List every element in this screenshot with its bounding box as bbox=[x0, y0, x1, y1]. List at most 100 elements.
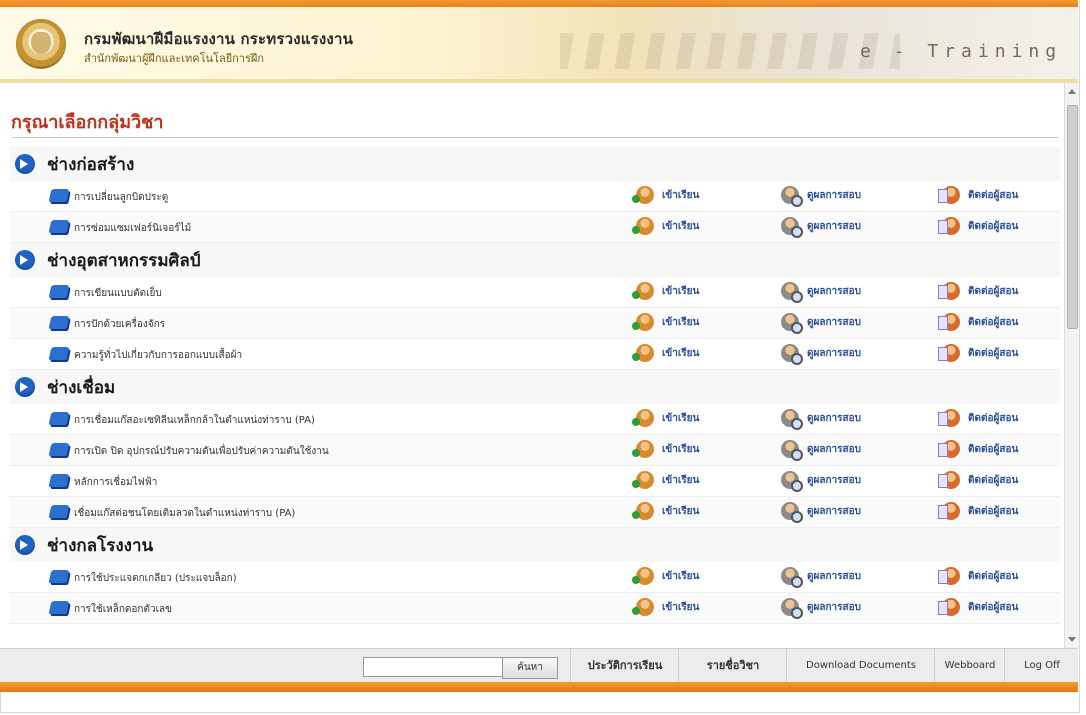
course-list: ช่างก่อสร้าง การเปลี่ยนลูกบิดประตู เข้าเ… bbox=[10, 147, 1060, 624]
course-row: ความรู้ทั่วไปเกี่ยวกับการออกแบบเสื้อผ้า … bbox=[10, 339, 1060, 370]
enter-class-button[interactable]: เข้าเรียน bbox=[632, 344, 699, 362]
course-row: การปักด้วยเครื่องจักร เข้าเรียน ดูผลการส… bbox=[10, 308, 1060, 339]
contact-instructor-button[interactable]: ติดต่อผู้สอน bbox=[938, 217, 1019, 235]
view-score-button[interactable]: ดูผลการสอบ bbox=[781, 344, 861, 365]
category-title: ช่างเชื่อม bbox=[47, 377, 116, 398]
search-input[interactable] bbox=[363, 657, 503, 677]
view-score-button[interactable]: ดูผลการสอบ bbox=[781, 471, 861, 492]
nav-study-history[interactable]: ประวัติการเรียน bbox=[570, 649, 679, 683]
site-header: กรมพัฒนาฝีมือแรงงาน กระทรวงแรงงาน สำนักพ… bbox=[0, 7, 1078, 79]
course-title[interactable]: การใช้เหล็กตอกตัวเลข bbox=[74, 602, 172, 617]
enter-class-button[interactable]: เข้าเรียน bbox=[632, 282, 700, 300]
course-title[interactable]: ความรู้ทั่วไปเกี่ยวกับการออกแบบเสื้อผ้า bbox=[74, 348, 242, 363]
view-score-button[interactable]: ดูผลการสอบ bbox=[781, 186, 861, 207]
arrow-right-circle-icon bbox=[15, 154, 35, 174]
search-button[interactable]: ค้นหา bbox=[502, 657, 558, 679]
view-score-label: ดูผลการสอบ bbox=[807, 347, 861, 359]
instructor-contact-icon bbox=[938, 440, 960, 458]
scroll-down-arrow-icon[interactable] bbox=[1068, 637, 1076, 642]
contact-instructor-button[interactable]: ติดต่อผู้สอน bbox=[938, 440, 1019, 458]
view-score-button[interactable]: ดูผลการสอบ bbox=[781, 217, 861, 238]
course-title[interactable]: การปักด้วยเครื่องจักร bbox=[74, 317, 165, 332]
contact-instructor-label: ติดต่อผู้สอน bbox=[968, 601, 1019, 613]
view-score-button[interactable]: ดูผลการสอบ bbox=[781, 409, 861, 430]
book-icon bbox=[48, 316, 70, 329]
contact-instructor-label: ติดต่อผู้สอน bbox=[968, 220, 1019, 232]
view-score-label: ดูผลการสอบ bbox=[807, 474, 861, 486]
contact-instructor-button[interactable]: ติดต่อผู้สอน bbox=[938, 409, 1018, 427]
contact-instructor-label: ติดต่อผู้สอน bbox=[968, 443, 1019, 455]
view-score-button[interactable]: ดูผลการสอบ bbox=[781, 440, 861, 461]
view-score-button[interactable]: ดูผลการสอบ bbox=[781, 282, 861, 303]
scrollbar-thumb[interactable] bbox=[1067, 105, 1078, 329]
nav-download-documents[interactable]: Download Documents bbox=[786, 649, 935, 683]
contact-instructor-button[interactable]: ติดต่อผู้สอน bbox=[938, 344, 1018, 362]
contact-instructor-label: ติดต่อผู้สอน bbox=[968, 474, 1019, 486]
contact-instructor-button[interactable]: ติดต่อผู้สอน bbox=[938, 502, 1018, 520]
view-score-button[interactable]: ดูผลการสอบ bbox=[781, 598, 861, 619]
course-title[interactable]: เชื่อมแก๊สต่อชนโดยเติมลวดในตำแหน่งท่าราบ… bbox=[74, 506, 295, 521]
course-group: การใช้ประแจตกเกลียว (ประแจบล็อก) เข้าเรี… bbox=[10, 562, 1060, 624]
learner-search-icon bbox=[781, 344, 803, 365]
enter-class-label: เข้าเรียน bbox=[662, 189, 700, 201]
enter-class-label: เข้าเรียน bbox=[662, 316, 700, 328]
enter-class-button[interactable]: เข้าเรียน bbox=[632, 409, 699, 427]
enter-class-label: เข้าเรียน bbox=[662, 601, 700, 613]
enter-class-button[interactable]: เข้าเรียน bbox=[632, 313, 700, 331]
enter-class-button[interactable]: เข้าเรียน bbox=[632, 217, 700, 235]
instructor-contact-icon bbox=[938, 282, 960, 300]
book-icon bbox=[48, 505, 70, 518]
course-title[interactable]: การซ่อมแซมเฟอร์นิเจอร์ไม้ bbox=[74, 221, 191, 236]
learner-enter-icon bbox=[632, 440, 654, 458]
etraining-banner-text: e - Training bbox=[860, 41, 1063, 62]
top-accent-strip bbox=[0, 0, 1078, 7]
nav-course-list[interactable]: รายชื่อวิชา bbox=[678, 649, 787, 683]
view-score-button[interactable]: ดูผลการสอบ bbox=[781, 567, 861, 588]
enter-class-label: เข้าเรียน bbox=[662, 220, 700, 232]
course-title[interactable]: การเขียนแบบตัดเย็บ bbox=[74, 286, 162, 301]
course-title[interactable]: การเปิด ปิด อุปกรณ์ปรับความดันเพื่อปรับค… bbox=[74, 444, 329, 459]
nav-webboard[interactable]: Webboard bbox=[934, 649, 1005, 683]
vertical-scrollbar[interactable] bbox=[1064, 83, 1079, 648]
course-title[interactable]: การเชื่อมแก๊สอะเซทิลีนเหล็กกล้าในตำแหน่ง… bbox=[74, 413, 315, 428]
book-icon bbox=[48, 347, 70, 360]
enter-class-label: เข้าเรียน bbox=[662, 285, 700, 297]
course-title[interactable]: หลักการเชื่อมไฟฟ้า bbox=[74, 475, 157, 490]
enter-class-button[interactable]: เข้าเรียน bbox=[632, 598, 700, 616]
view-score-button[interactable]: ดูผลการสอบ bbox=[781, 502, 861, 523]
org-title: กรมพัฒนาฝีมือแรงงาน กระทรวงแรงงาน bbox=[84, 30, 354, 48]
book-icon bbox=[48, 474, 70, 487]
course-title[interactable]: การเปลี่ยนลูกบิดประตู bbox=[74, 190, 168, 205]
learner-enter-icon bbox=[632, 186, 654, 204]
view-score-button[interactable]: ดูผลการสอบ bbox=[781, 313, 861, 334]
enter-class-button[interactable]: เข้าเรียน bbox=[632, 186, 700, 204]
contact-instructor-button[interactable]: ติดต่อผู้สอน bbox=[938, 282, 1018, 300]
contact-instructor-button[interactable]: ติดต่อผู้สอน bbox=[938, 567, 1018, 585]
nav-log-off[interactable]: Log Off bbox=[1004, 649, 1079, 683]
scroll-up-arrow-icon[interactable] bbox=[1068, 89, 1076, 94]
contact-instructor-label: ติดต่อผู้สอน bbox=[968, 189, 1019, 201]
contact-instructor-button[interactable]: ติดต่อผู้สอน bbox=[938, 471, 1019, 489]
course-group: การเชื่อมแก๊สอะเซทิลีนเหล็กกล้าในตำแหน่ง… bbox=[10, 404, 1060, 528]
contact-instructor-button[interactable]: ติดต่อผู้สอน bbox=[938, 313, 1018, 331]
org-subtitle: สำนักพัฒนาผู้ฝึกและเทคโนโลยีการฝึก bbox=[84, 52, 264, 65]
view-score-label: ดูผลการสอบ bbox=[807, 570, 861, 582]
course-row: การเปิด ปิด อุปกรณ์ปรับความดันเพื่อปรับค… bbox=[10, 435, 1060, 466]
contact-instructor-button[interactable]: ติดต่อผู้สอน bbox=[938, 186, 1019, 204]
learner-search-icon bbox=[781, 471, 803, 492]
course-row: การซ่อมแซมเฟอร์นิเจอร์ไม้ เข้าเรียน ดูผล… bbox=[10, 212, 1060, 243]
view-score-label: ดูผลการสอบ bbox=[807, 505, 861, 517]
enter-class-button[interactable]: เข้าเรียน bbox=[632, 471, 699, 489]
enter-class-button[interactable]: เข้าเรียน bbox=[632, 502, 699, 520]
learner-search-icon bbox=[781, 440, 803, 461]
learner-enter-icon bbox=[632, 282, 654, 300]
learner-enter-icon bbox=[632, 409, 654, 427]
enter-class-button[interactable]: เข้าเรียน bbox=[632, 440, 699, 458]
instructor-contact-icon bbox=[938, 502, 960, 520]
enter-class-button[interactable]: เข้าเรียน bbox=[632, 567, 699, 585]
contact-instructor-button[interactable]: ติดต่อผู้สอน bbox=[938, 598, 1019, 616]
book-icon bbox=[48, 570, 70, 583]
course-title[interactable]: การใช้ประแจตกเกลียว (ประแจบล็อก) bbox=[74, 571, 237, 586]
instructor-contact-icon bbox=[938, 409, 960, 427]
book-icon bbox=[48, 189, 70, 202]
